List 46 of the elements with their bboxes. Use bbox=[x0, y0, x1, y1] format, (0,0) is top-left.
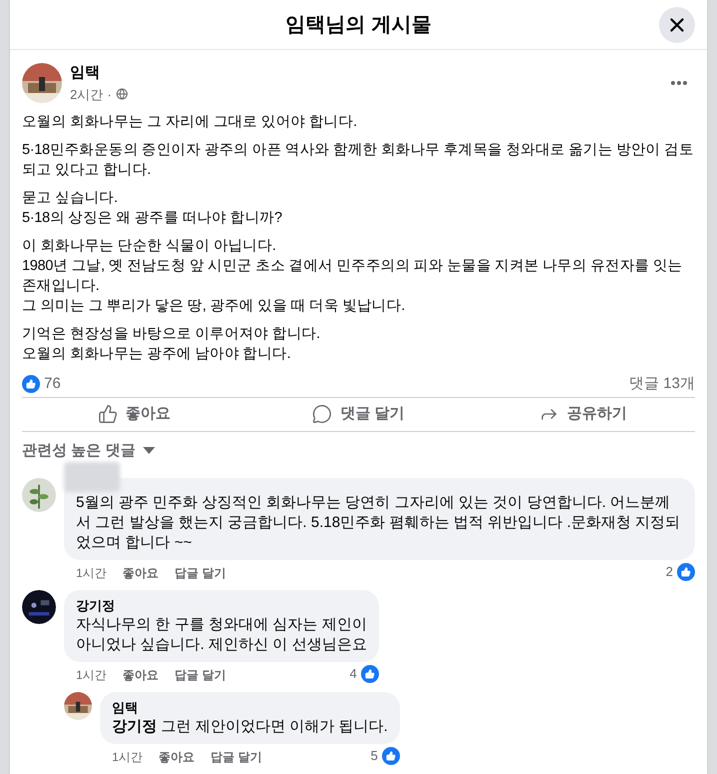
like-link[interactable]: 좋아요 bbox=[122, 564, 159, 582]
reaction-count[interactable]: 76 bbox=[44, 373, 61, 396]
like-icon bbox=[382, 747, 400, 765]
comment-text: 자식나무의 한 구를 청와대에 심자는 제인이 아니었나 싶습니다. 제인하신 이 선생님은요 bbox=[76, 615, 367, 655]
more-icon bbox=[671, 81, 687, 85]
caret-icon bbox=[143, 446, 156, 455]
post-text: 기억은 현장성을 바탕으로 이루어져야 합니다. bbox=[22, 325, 321, 344]
like-count: 2 bbox=[666, 563, 673, 581]
post-text: 5·18의 상징은 왜 광주를 떠나야 합니까? bbox=[22, 209, 284, 228]
comment-count[interactable]: 댓글 13개 bbox=[629, 373, 695, 396]
dialog-title: 임택님의 게시물 bbox=[286, 12, 432, 38]
comment-time[interactable]: 1시간 bbox=[76, 564, 107, 582]
action-button[interactable]: 좋아요 bbox=[22, 398, 246, 430]
comment-time[interactable]: 1시간 bbox=[76, 666, 107, 684]
post-text: 이 회화나무는 단순한 식물이 아닙니다. bbox=[22, 237, 277, 256]
reply-link[interactable]: 답글 달기 bbox=[174, 666, 226, 684]
like-icon bbox=[22, 375, 40, 394]
like-link[interactable]: 좋아요 bbox=[122, 666, 159, 684]
like-link[interactable]: 좋아요 bbox=[158, 748, 195, 766]
close-button[interactable] bbox=[659, 7, 695, 43]
post-author[interactable]: 임택 bbox=[70, 62, 655, 84]
comment-time[interactable]: 1시간 bbox=[112, 748, 143, 766]
comment-text: 5월의 광주 민주화 상징적인 회화나무는 당연히 그자리에 있는 것이 당연합니다. 어느분께서 그런 발상을 했는지 궁금합니다. 5.18민주화 폄훼하는 법적 위반입니다 .문화재청 지정되었으며 합니다 ~~ bbox=[76, 493, 682, 553]
reply-link[interactable]: 답글 달기 bbox=[210, 748, 262, 766]
action-button[interactable]: 댓글 달기 bbox=[246, 398, 471, 430]
action-button[interactable]: 공유하기 bbox=[470, 398, 695, 430]
post-text: 오월의 회화나무는 그 자리에 그대로 있어야 합니다. bbox=[22, 113, 358, 132]
globe-icon bbox=[116, 88, 128, 100]
speech-bubble-icon bbox=[312, 404, 332, 424]
post-text: 오월의 회화나무는 광주에 남아야 합니다. bbox=[22, 345, 292, 364]
separator-dot: · bbox=[107, 86, 112, 104]
thumbs-up-icon bbox=[98, 404, 118, 424]
post-time[interactable]: 2시간 bbox=[70, 84, 104, 104]
post-text: 묻고 싶습니다. bbox=[22, 189, 119, 208]
like-count: 5 bbox=[370, 747, 378, 765]
comment-author[interactable]: 강기정 bbox=[76, 597, 115, 615]
like-icon bbox=[360, 665, 379, 683]
sort-dropdown[interactable]: 관련성 높은 댓글 bbox=[22, 440, 156, 462]
comment-author[interactable]: 임택 bbox=[112, 699, 138, 717]
post-text: 그 의미는 그 뿌리가 닿은 땅, 광주에 있을 때 더욱 빛납니다. bbox=[22, 297, 406, 316]
comment-text: 강기정 그런 제안이었다면 이해가 됩니다. bbox=[112, 717, 388, 737]
post-text: 1980년 그날, 옛 전남도청 앞 시민군 초소 곁에서 민주주의의 피와 눈물을 지켜본 나무의 유전자를 잇는 존재입니다. bbox=[22, 257, 684, 296]
like-count: 4 bbox=[350, 665, 357, 683]
like-icon bbox=[677, 563, 695, 581]
post-text: 5·18민주화운동의 증인이자 광주의 아픈 역사와 함께한 회화나무 후계목을 청와대로 옮기는 방안이 검토되고 있다고 합니다. bbox=[22, 141, 695, 180]
reply-link[interactable]: 답글 달기 bbox=[174, 564, 226, 582]
